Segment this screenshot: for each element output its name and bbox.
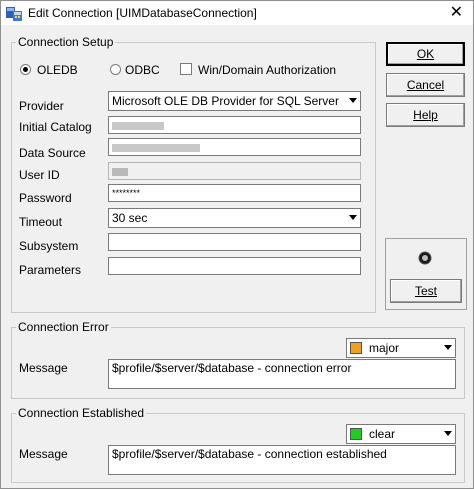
initial-catalog-label: Initial Catalog [19, 120, 92, 134]
severity-color-swatch [350, 428, 362, 440]
oledb-label: OLEDB [37, 63, 78, 77]
redacted-value [112, 121, 164, 130]
established-severity-select[interactable]: clear [346, 424, 456, 444]
cancel-button[interactable]: Cancel [386, 73, 465, 97]
parameters-input[interactable] [108, 257, 361, 275]
ok-button[interactable]: OK [386, 42, 465, 66]
window-title: Edit Connection [UIMDatabaseConnection] [28, 6, 257, 20]
connection-error-group: Connection Error major Message $profile/… [11, 320, 465, 399]
connection-setup-title: Connection Setup [16, 35, 116, 49]
help-button[interactable]: Help [386, 103, 465, 127]
chevron-down-icon[interactable] [444, 345, 452, 350]
title-bar: Edit Connection [UIMDatabaseConnection] … [1, 1, 473, 25]
timeout-select[interactable]: 30 sec [108, 208, 361, 228]
initial-catalog-input[interactable] [108, 116, 361, 134]
subsystem-label: Subsystem [19, 239, 79, 253]
chevron-down-icon[interactable] [444, 431, 452, 436]
oledb-radio[interactable] [20, 64, 31, 75]
redacted-value [112, 167, 128, 176]
error-severity-value: major [369, 341, 400, 355]
connection-established-title: Connection Established [16, 406, 147, 420]
parameters-label: Parameters [19, 263, 82, 277]
provider-value: Microsoft OLE DB Provider for SQL Server [112, 94, 339, 108]
password-label: Password [19, 191, 72, 205]
established-message-label: Message [19, 447, 68, 461]
timeout-label: Timeout [19, 215, 62, 229]
chevron-down-icon[interactable] [349, 215, 357, 220]
redacted-value [112, 143, 200, 152]
provider-label: Provider [19, 99, 64, 113]
error-severity-select[interactable]: major [346, 338, 456, 358]
test-panel: Test [385, 238, 467, 310]
win-auth-checkbox[interactable] [180, 63, 192, 75]
odbc-radio[interactable] [110, 64, 121, 75]
oledb-radio-dot [23, 67, 28, 72]
connection-setup-group: Connection Setup OLEDB ODBC Win/Domain A… [11, 35, 376, 313]
test-button[interactable]: Test [390, 279, 462, 303]
data-source-label: Data Source [19, 146, 86, 160]
subsystem-input[interactable] [108, 233, 361, 251]
user-id-label: User ID [19, 168, 60, 182]
password-input[interactable]: ******** [108, 184, 361, 202]
severity-color-swatch [350, 342, 362, 354]
win-auth-label: Win/Domain Authorization [198, 63, 337, 77]
edit-connection-dialog: Edit Connection [UIMDatabaseConnection] … [0, 0, 474, 489]
provider-select[interactable]: Microsoft OLE DB Provider for SQL Server [108, 91, 361, 111]
established-severity-value: clear [369, 427, 396, 441]
database-connection-icon [6, 7, 22, 21]
data-source-input[interactable] [108, 138, 361, 156]
close-icon[interactable]: ✕ [450, 3, 463, 23]
error-message-input[interactable]: $profile/$server/$database - connection … [108, 359, 456, 389]
timeout-value: 30 sec [112, 211, 148, 225]
user-id-input[interactable] [108, 162, 361, 180]
error-message-label: Message [19, 361, 68, 375]
status-indicator-icon [418, 251, 432, 265]
odbc-label: ODBC [125, 63, 160, 77]
chevron-down-icon[interactable] [349, 98, 357, 103]
connection-established-group: Connection Established clear Message $pr… [11, 406, 465, 483]
connection-error-title: Connection Error [16, 320, 111, 334]
established-message-input[interactable]: $profile/$server/$database - connection … [108, 445, 456, 475]
